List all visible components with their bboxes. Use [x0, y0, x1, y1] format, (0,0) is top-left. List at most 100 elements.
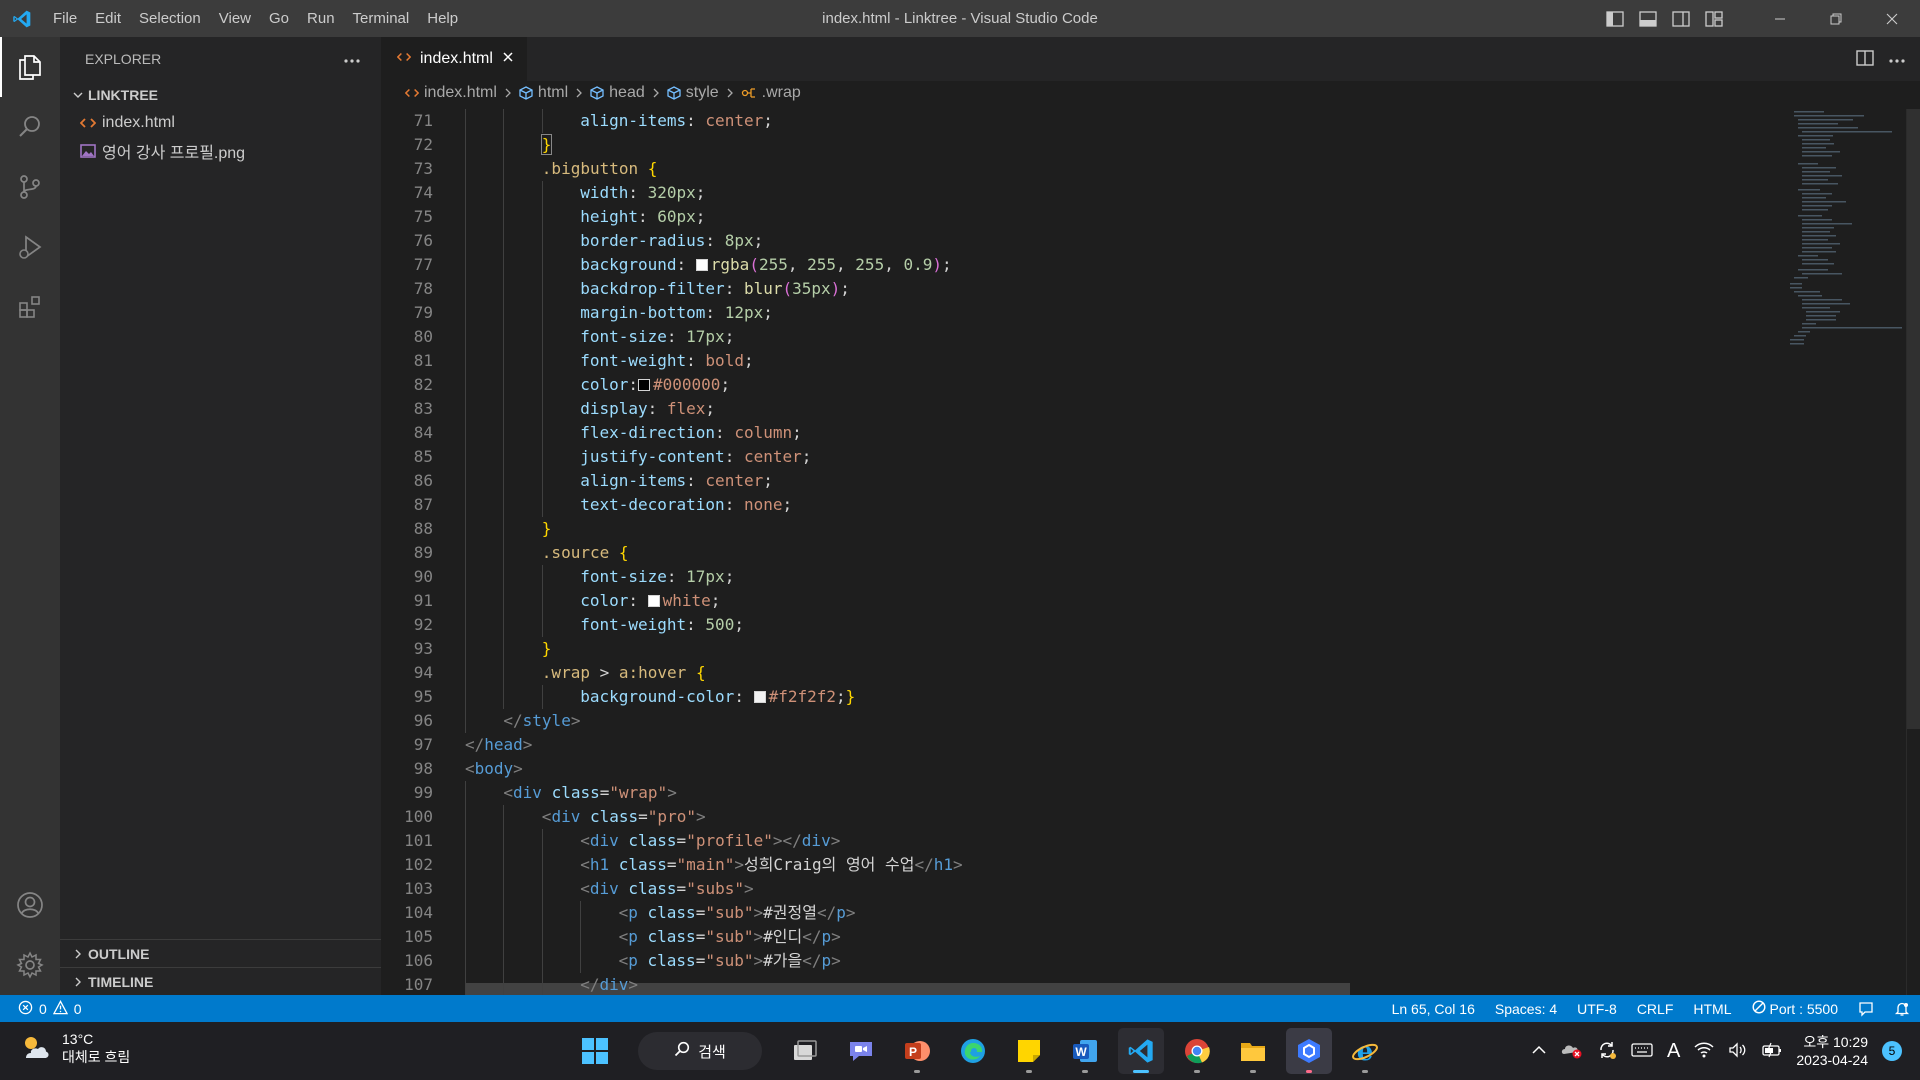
- line-number: 104: [404, 903, 433, 922]
- menu-edit[interactable]: Edit: [86, 0, 130, 37]
- menu-terminal[interactable]: Terminal: [344, 0, 419, 37]
- wifi-icon[interactable]: [1694, 1042, 1714, 1061]
- app-shield-icon[interactable]: [1286, 1028, 1332, 1074]
- file-item-index-html[interactable]: index.html: [60, 109, 381, 137]
- edge-icon[interactable]: [950, 1028, 996, 1074]
- system-tray: A 오후 10:29 2023-04-24 5: [1531, 1022, 1902, 1080]
- color-swatch[interactable]: [695, 259, 708, 271]
- restore-icon[interactable]: [1808, 0, 1864, 37]
- chevron-up-icon[interactable]: [1531, 1044, 1547, 1059]
- accounts-icon[interactable]: [0, 875, 60, 935]
- code-text: margin-bottom: 12px;: [580, 301, 773, 325]
- source-control-icon[interactable]: [0, 157, 60, 217]
- sync-icon[interactable]: [1597, 1040, 1617, 1063]
- customize-layout-icon[interactable]: [1697, 0, 1730, 37]
- temperature: 13°C: [62, 1031, 94, 1047]
- outline-label: OUTLINE: [88, 945, 150, 962]
- live-server-port[interactable]: Port : 5500: [1742, 1000, 1849, 1017]
- code-token: :: [724, 447, 744, 466]
- taskbar-search-button[interactable]: 검색: [638, 1032, 762, 1070]
- feedback-icon[interactable]: [1848, 1001, 1884, 1017]
- breadcrumb-item[interactable]: .wrap: [741, 84, 801, 102]
- outline-section[interactable]: OUTLINE: [60, 939, 381, 967]
- timeline-section[interactable]: TIMELINE: [60, 967, 381, 995]
- menu-file[interactable]: File: [44, 0, 86, 37]
- indentation[interactable]: Spaces: 4: [1485, 1001, 1567, 1017]
- ime-mode[interactable]: A: [1667, 1040, 1680, 1063]
- close-window-icon[interactable]: [1864, 0, 1920, 37]
- color-swatch[interactable]: [638, 379, 650, 391]
- tab-index-html[interactable]: index.html: [381, 37, 527, 81]
- vertical-scrollbar[interactable]: [1906, 109, 1920, 995]
- extensions-icon[interactable]: [0, 277, 60, 337]
- notifications-bell-icon[interactable]: [1884, 1001, 1920, 1017]
- code-text: <p class="sub">#권정열</p>: [619, 901, 856, 925]
- encoding[interactable]: UTF-8: [1567, 1001, 1627, 1017]
- indent-guide: [503, 133, 505, 157]
- weather-widget[interactable]: 13°C 대체로 흐림: [18, 1030, 130, 1066]
- menu-help[interactable]: Help: [418, 0, 467, 37]
- indent-guide: [465, 325, 466, 349]
- search-icon[interactable]: [0, 97, 60, 157]
- sticky-notes-icon[interactable]: [1006, 1028, 1052, 1074]
- vscode-icon[interactable]: [1118, 1028, 1164, 1074]
- keyboard-icon[interactable]: [1631, 1042, 1653, 1061]
- menu-go[interactable]: Go: [260, 0, 298, 37]
- color-swatch[interactable]: [753, 691, 766, 703]
- code-token: 35px: [792, 279, 831, 298]
- internet-explorer-icon[interactable]: e: [1342, 1028, 1388, 1074]
- minimap[interactable]: [1786, 109, 1906, 995]
- menu-run[interactable]: Run: [298, 0, 344, 37]
- indent-guide: [541, 325, 543, 349]
- folder-icon[interactable]: [1230, 1028, 1276, 1074]
- toggle-secondary-sidebar-icon[interactable]: [1664, 0, 1697, 37]
- indent-guide: [541, 973, 543, 995]
- color-swatch[interactable]: [647, 595, 660, 607]
- chrome-icon[interactable]: [1174, 1028, 1220, 1074]
- split-editor-icon[interactable]: [1856, 49, 1874, 69]
- toggle-primary-sidebar-icon[interactable]: [1598, 0, 1631, 37]
- menu-selection[interactable]: Selection: [130, 0, 210, 37]
- file-item-png[interactable]: 영어 강사 프로필.png: [60, 137, 381, 165]
- indent-guide: [503, 685, 505, 709]
- problems-indicator[interactable]: 0 0: [0, 999, 82, 1018]
- code-editor[interactable]: 71 align-items: center; 72} 73 .bigbutton {7…: [381, 109, 1920, 995]
- scrollbar-thumb[interactable]: [1907, 109, 1920, 729]
- folder-linktree[interactable]: LINKTREE: [60, 81, 381, 109]
- breadcrumb-item[interactable]: head: [590, 84, 645, 102]
- word-icon[interactable]: W: [1062, 1028, 1108, 1074]
- powerpoint-icon[interactable]: P: [894, 1028, 940, 1074]
- volume-icon[interactable]: [1728, 1041, 1748, 1061]
- minimize-icon[interactable]: [1752, 0, 1808, 37]
- code-token: 17px: [686, 327, 725, 346]
- more-actions-icon[interactable]: [1888, 52, 1906, 67]
- teams-chat-icon[interactable]: [838, 1028, 884, 1074]
- line-number: 78: [413, 279, 433, 298]
- code-token: #f2f2f2: [768, 687, 837, 706]
- clock[interactable]: 오후 10:29 2023-04-24: [1796, 1033, 1868, 1069]
- code-token: center: [705, 111, 764, 130]
- code-token: ): [932, 255, 943, 274]
- toggle-panel-icon[interactable]: [1631, 0, 1664, 37]
- language-mode[interactable]: HTML: [1683, 1001, 1741, 1017]
- notification-badge[interactable]: 5: [1882, 1041, 1902, 1061]
- code-token: =: [695, 951, 706, 970]
- explorer-icon[interactable]: [0, 37, 60, 97]
- indent-guide: [465, 901, 466, 925]
- onedrive-error-icon[interactable]: [1561, 1041, 1583, 1062]
- task-view-icon[interactable]: [782, 1028, 828, 1074]
- breadcrumb-item[interactable]: index.html: [405, 84, 497, 102]
- end-of-line[interactable]: CRLF: [1627, 1001, 1684, 1017]
- run-debug-icon[interactable]: [0, 217, 60, 277]
- more-actions-icon[interactable]: [343, 51, 361, 67]
- indent-guide: [465, 709, 466, 733]
- start-button[interactable]: [572, 1028, 618, 1074]
- code-token: =: [676, 879, 687, 898]
- breadcrumb-item[interactable]: style: [667, 84, 719, 102]
- close-icon[interactable]: [501, 50, 515, 69]
- breadcrumb-item[interactable]: html: [519, 84, 568, 102]
- menu-view[interactable]: View: [210, 0, 260, 37]
- battery-icon[interactable]: [1762, 1042, 1782, 1061]
- manage-gear-icon[interactable]: [0, 935, 60, 995]
- cursor-position[interactable]: Ln 65, Col 16: [1382, 1001, 1485, 1017]
